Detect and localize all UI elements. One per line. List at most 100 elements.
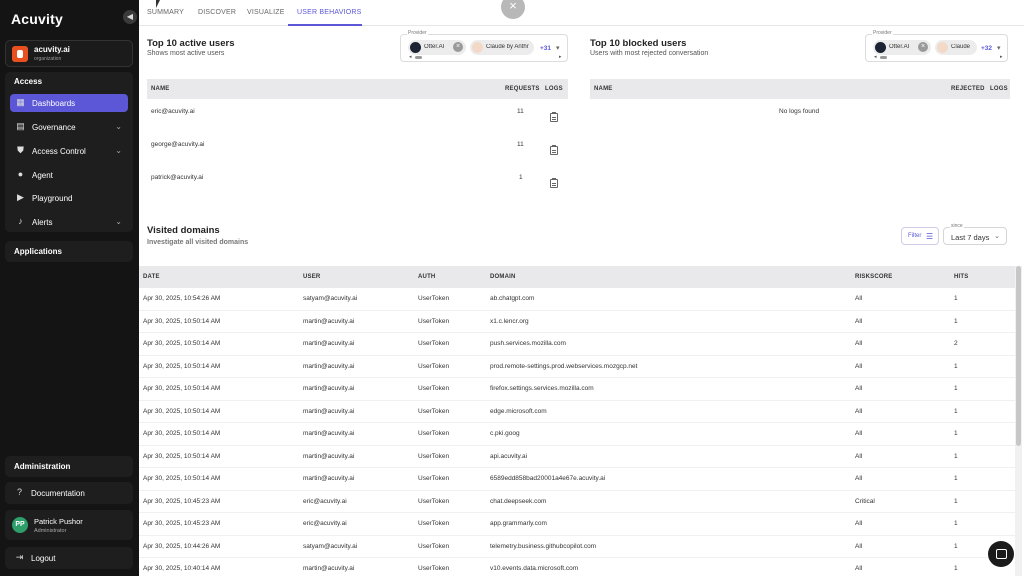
hits-cell: 1 <box>954 497 958 505</box>
user-cell: martin@acuvity.ai <box>303 362 355 370</box>
collapse-sidebar-icon[interactable]: ◀ <box>123 10 137 24</box>
table-scrollbar[interactable] <box>1015 266 1022 576</box>
play-icon: ▶ <box>17 192 24 202</box>
auth-cell: UserToken <box>418 430 450 437</box>
domain-cell: v10.events.data.microsoft.com <box>490 565 579 572</box>
col-logs: LOGS <box>990 86 1008 92</box>
sidebar-item-playground[interactable]: ▶ Playground <box>10 189 128 207</box>
table-row[interactable]: Apr 30, 2025, 10:50:14 AM martin@acuvity.… <box>139 378 1015 401</box>
date-cell: Apr 30, 2025, 10:44:26 AM <box>143 542 221 550</box>
chevron-down-icon: ▾ <box>556 45 560 52</box>
claude-icon <box>937 42 948 53</box>
table-row[interactable]: Apr 30, 2025, 10:50:14 AM martin@acuvity.… <box>139 468 1015 491</box>
auth-cell: UserToken <box>418 340 450 347</box>
help-icon: ? <box>16 487 22 497</box>
table-row[interactable]: Apr 30, 2025, 10:45:23 AM eric@acuvity.ai… <box>139 513 1015 536</box>
date-cell: Apr 30, 2025, 10:50:14 AM <box>143 430 221 437</box>
administration-panel[interactable]: Administration <box>5 456 133 477</box>
domain-cell: 6589edd858bad20001a4e67e.acuvity.ai <box>490 475 606 482</box>
applications-panel[interactable]: Applications <box>5 241 133 262</box>
riskscore-cell: All <box>855 295 863 302</box>
table-row[interactable]: Apr 30, 2025, 10:44:26 AM satyam@acuvity.… <box>139 536 1015 558</box>
col-auth: AUTH <box>418 274 436 280</box>
table-row[interactable]: Apr 30, 2025, 10:50:14 AM martin@acuvity.… <box>139 423 1015 446</box>
provider-chip-claude: Claude <box>935 40 977 55</box>
user-cell: martin@acuvity.ai <box>303 407 355 415</box>
active-users-subtitle: Shows most active users <box>147 50 225 57</box>
riskscore-cell: Critical <box>855 497 875 505</box>
sidebar-item-access-control[interactable]: ⛊ Access Control ⌄ <box>10 142 128 160</box>
visited-domains-subtitle: Investigate all visited domains <box>147 239 249 246</box>
clipboard-icon[interactable] <box>550 178 558 188</box>
user-profile[interactable]: PP Patrick Pushor Administrator <box>5 510 133 540</box>
avatar: PP <box>12 517 28 533</box>
app-root: Acuvity ◀ acuvity.ai organization Access… <box>0 0 1024 576</box>
scroll-left-icon[interactable]: ◂ <box>409 54 412 60</box>
chat-icon[interactable] <box>988 541 1014 567</box>
org-switcher[interactable]: acuvity.ai organization <box>5 40 133 67</box>
table-row[interactable]: Apr 30, 2025, 10:50:14 AM martin@acuvity.… <box>139 446 1015 468</box>
remove-chip-icon[interactable]: × <box>918 42 928 52</box>
sidebar-item-label: Agent <box>32 171 53 180</box>
tab-discover[interactable]: DISCOVER <box>198 9 236 16</box>
filter-button[interactable]: Filter ☰ <box>901 227 939 245</box>
riskscore-cell: All <box>855 565 863 572</box>
clipboard-icon[interactable] <box>550 145 558 155</box>
table-row[interactable]: Apr 30, 2025, 10:54:26 AM satyam@acuvity.… <box>139 288 1015 311</box>
scroll-left-icon[interactable]: ◂ <box>874 54 877 60</box>
table-row[interactable]: Apr 30, 2025, 10:50:14 AM martin@acuvity.… <box>139 356 1015 378</box>
table-row[interactable]: Apr 30, 2025, 10:40:14 AM martin@acuvity.… <box>139 558 1015 576</box>
table-row[interactable]: Apr 30, 2025, 10:45:23 AM eric@acuvity.ai… <box>139 491 1015 513</box>
logout-button[interactable]: ⇥ Logout <box>5 547 133 569</box>
tab-bar: SUMMARY DISCOVER VISUALIZE USER BEHAVIOR… <box>139 0 1024 26</box>
domain-cell: chat.deepseek.com <box>490 497 547 505</box>
user-cell: eric@acuvity.ai <box>303 520 347 527</box>
more-providers-count: +32 <box>981 45 993 52</box>
filter-label: Filter <box>908 233 922 239</box>
scroll-right-icon[interactable]: ▸ <box>1000 54 1003 60</box>
date-cell: Apr 30, 2025, 10:40:14 AM <box>143 565 221 572</box>
tab-user-behaviors[interactable]: USER BEHAVIORS <box>297 9 362 16</box>
chip-scrollbar[interactable] <box>880 56 887 59</box>
col-rejected: REJECTED <box>951 86 985 92</box>
riskscore-cell: All <box>855 430 863 437</box>
applications-title: Applications <box>14 247 63 256</box>
active-users-provider-select[interactable]: Provider Otter.AI × Claude by Anthr +31 … <box>400 30 568 62</box>
blocked-users-provider-select[interactable]: Provider Otter.AI × Claude +32 ▾ ◂ ▸ <box>865 30 1008 62</box>
riskscore-cell: All <box>855 317 863 325</box>
col-name: NAME <box>594 86 613 92</box>
scroll-right-icon[interactable]: ▸ <box>559 54 562 60</box>
col-riskscore: RISKSCORE <box>855 274 893 280</box>
auth-cell: UserToken <box>418 385 450 392</box>
sidebar-item-dashboards[interactable]: ▦ Dashboards <box>10 94 128 112</box>
riskscore-cell: All <box>855 452 863 460</box>
tab-visualize[interactable]: VISUALIZE <box>247 9 285 16</box>
clipboard-icon[interactable] <box>550 112 558 122</box>
table-row[interactable]: Apr 30, 2025, 10:50:14 AM martin@acuvity.… <box>139 333 1015 356</box>
hits-cell: 1 <box>954 565 958 572</box>
sidebar-item-label: Dashboards <box>32 99 76 108</box>
table-row[interactable]: Apr 30, 2025, 10:50:14 AM martin@acuvity.… <box>139 401 1015 423</box>
access-title: Access <box>14 77 43 86</box>
user-name-cell: eric@acuvity.ai <box>151 108 195 115</box>
chip-scrollbar[interactable] <box>415 56 422 59</box>
scrollbar-thumb[interactable] <box>1016 266 1021 446</box>
otter-ai-icon <box>875 42 886 53</box>
sidebar-item-alerts[interactable]: ♪ Alerts ⌄ <box>10 213 128 231</box>
auth-cell: UserToken <box>418 317 450 325</box>
auth-cell: UserToken <box>418 520 450 527</box>
active-users-table-header: NAME REQUESTS LOGS <box>147 79 568 99</box>
user-cell: martin@acuvity.ai <box>303 340 355 347</box>
documentation-link[interactable]: ? Documentation <box>5 482 133 504</box>
sidebar-item-governance[interactable]: ▤ Governance ⌄ <box>10 118 128 136</box>
sliders-icon: ☰ <box>926 232 934 241</box>
domain-cell: push.services.mozilla.com <box>490 340 566 347</box>
since-select[interactable]: since Last 7 days ⌄ <box>943 223 1007 245</box>
remove-chip-icon[interactable]: × <box>453 42 463 52</box>
tab-summary[interactable]: SUMMARY <box>147 9 184 16</box>
auth-cell: UserToken <box>418 295 450 302</box>
sidebar-item-agent[interactable]: ● Agent <box>10 166 128 184</box>
user-cell: martin@acuvity.ai <box>303 475 355 482</box>
table-row[interactable]: Apr 30, 2025, 10:50:14 AM martin@acuvity.… <box>139 311 1015 333</box>
hits-cell: 1 <box>954 385 958 392</box>
